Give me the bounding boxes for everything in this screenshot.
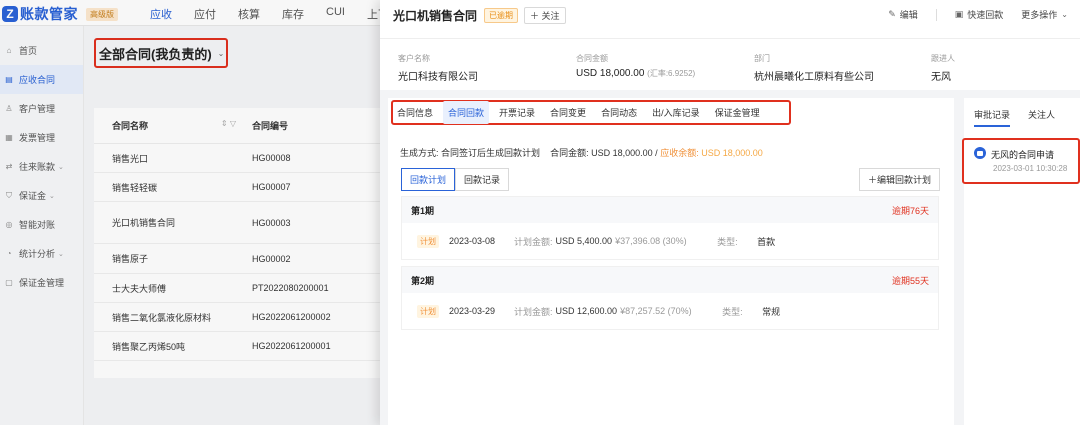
main-card: 合同信息 合同回款 开票记录 合同变更 合同动态 出/入库记录 保证金管理 生成… — [388, 98, 954, 425]
follow-button[interactable]: ＋ 关注 — [524, 6, 566, 24]
side-tabs: 审批记录 关注人 — [974, 108, 1073, 127]
overdue-label: 逾期76天 — [891, 205, 929, 216]
amount-value: USD 18,000.00 — [576, 68, 645, 79]
period-name: 第2期 — [411, 275, 435, 286]
period-amount-cny: ¥37,396.08 (30%) — [615, 236, 687, 246]
plan-tag: 计划 — [417, 304, 439, 318]
gen-label: 生成方式: — [400, 148, 439, 158]
remaining-label: 应收余额: — [660, 148, 699, 158]
tab-contract-info[interactable]: 合同信息 — [397, 103, 433, 122]
more-actions-label: 更多操作 — [1021, 10, 1058, 20]
period-date: 2023-03-08 — [449, 236, 496, 246]
edit-icon: ✎ — [888, 9, 896, 19]
summary-amount: 合同金额 USD 18,000.00 (汇率:6.9252) — [576, 53, 695, 79]
period-amount-cny: ¥87,257.52 (70%) — [620, 306, 692, 316]
status-badge: 已逾期 — [484, 7, 519, 23]
tab-approval-records[interactable]: 审批记录 — [974, 108, 1011, 127]
contract-summary: 客户名称 光口科技有限公司 合同金额 USD 18,000.00 (汇率:6.9… — [380, 38, 1080, 90]
customer-value: 光口科技有限公司 — [398, 72, 478, 83]
gen-value: 合同签订后生成回款计划 — [441, 148, 541, 158]
contract-amount-label: 合同金额: — [550, 148, 589, 158]
owner-label: 跟进人 — [931, 54, 955, 63]
seg-record-button[interactable]: 回款记录 — [455, 168, 510, 191]
tab-stock-records[interactable]: 出/入库记录 — [652, 103, 700, 122]
period-name: 第1期 — [411, 205, 435, 216]
drawer-overlay[interactable] — [0, 0, 380, 425]
quick-payment-label: 快速回款 — [967, 10, 1004, 20]
summary-owner: 跟进人 无风 — [931, 53, 955, 83]
contract-amount-value: USD 18,000.00 — [591, 148, 653, 158]
tab-deposit[interactable]: 保证金管理 — [715, 103, 760, 122]
period-amount: USD 5,400.00 — [555, 236, 613, 246]
plus-icon: ＋ — [867, 175, 877, 185]
remaining-value: USD 18,000.00 — [701, 148, 763, 158]
amount-label: 计划金额: — [514, 306, 553, 317]
period-header: 第1期 逾期76天 — [402, 197, 938, 223]
summary-dept: 部门 杭州晨曦化工原料有些公司 — [754, 53, 874, 83]
detail-tabs: 合同信息 合同回款 开票记录 合同变更 合同动态 出/入库记录 保证金管理 — [391, 100, 791, 125]
dept-label: 部门 — [754, 54, 770, 63]
approval-title: 无风的合同申请 — [991, 150, 1055, 160]
drawer-header: 光口机销售合同 已逾期 ＋ 关注 ✎ 编辑 ▣ 快速回款 更多操作 ⌄ — [380, 0, 1080, 30]
period-row: 计划 2023-03-08 计划金额: USD 5,400.00 ¥37,396… — [402, 223, 938, 259]
divider — [935, 8, 937, 21]
type-label: 类型: — [717, 236, 738, 247]
tab-payments[interactable]: 合同回款 — [443, 101, 490, 124]
plus-icon: ＋ — [530, 10, 542, 21]
period-row: 计划 2023-03-29 计划金额: USD 12,600.00 ¥87,25… — [402, 293, 938, 329]
more-actions-button[interactable]: 更多操作 ⌄ — [1021, 8, 1068, 21]
payment-period-card: 第1期 逾期76天 计划 2023-03-08 计划金额: USD 5,400.… — [401, 196, 939, 260]
approval-icon — [974, 147, 986, 159]
dept-value: 杭州晨曦化工原料有些公司 — [754, 72, 874, 83]
edit-label: 编辑 — [899, 10, 918, 20]
edit-plan-button[interactable]: ＋编辑回款计划 — [858, 168, 940, 191]
amount-label: 合同金额 — [576, 54, 608, 63]
type-label: 类型: — [722, 306, 743, 317]
customer-label: 客户名称 — [398, 54, 430, 63]
summary-customer: 客户名称 光口科技有限公司 — [398, 53, 478, 83]
edit-plan-label: 编辑回款计划 — [876, 175, 931, 185]
seg-plan-button[interactable]: 回款计划 — [401, 168, 456, 191]
amount-label: 计划金额: — [514, 236, 553, 247]
edit-button[interactable]: ✎ 编辑 — [888, 8, 918, 21]
tab-invoices[interactable]: 开票记录 — [499, 103, 535, 122]
approval-record-item[interactable]: 无风的合同申请 2023-03-01 10:30:28 — [962, 138, 1080, 184]
drawer-body: 合同信息 合同回款 开票记录 合同变更 合同动态 出/入库记录 保证金管理 生成… — [380, 90, 1080, 425]
payment-summary-line: 生成方式: 合同签订后生成回款计划 合同金额: USD 18,000.00 / … — [400, 146, 763, 159]
payment-icon: ▣ — [954, 9, 964, 19]
payment-view-toggle: 回款计划 回款记录 — [401, 168, 510, 191]
plan-tag: 计划 — [417, 234, 439, 248]
quick-payment-button[interactable]: ▣ 快速回款 — [955, 8, 1004, 21]
period-type: 首款 — [757, 236, 776, 247]
contract-detail-drawer: 光口机销售合同 已逾期 ＋ 关注 ✎ 编辑 ▣ 快速回款 更多操作 ⌄ 客户名称 光口… — [380, 0, 1080, 425]
tab-followers[interactable]: 关注人 — [1028, 108, 1055, 127]
payment-period-card: 第2期 逾期55天 计划 2023-03-29 计划金额: USD 12,600… — [401, 266, 939, 330]
overdue-label: 逾期55天 — [891, 275, 929, 286]
approval-time: 2023-03-01 10:30:28 — [993, 164, 1068, 173]
side-panel: 审批记录 关注人 无风的合同申请 2023-03-01 10:30:28 — [962, 98, 1080, 425]
period-header: 第2期 逾期55天 — [402, 267, 938, 293]
tab-changes[interactable]: 合同变更 — [550, 103, 586, 122]
slash: / — [655, 148, 658, 158]
owner-value: 无风 — [931, 72, 951, 83]
drawer-actions: ✎ 编辑 ▣ 快速回款 更多操作 ⌄ — [870, 8, 1068, 21]
period-type: 常规 — [762, 306, 781, 317]
period-amount: USD 12,600.00 — [555, 306, 618, 316]
tab-activity[interactable]: 合同动态 — [601, 103, 637, 122]
follow-label: 关注 — [541, 10, 560, 21]
contract-title: 光口机销售合同 — [393, 8, 478, 23]
exchange-rate: (汇率:6.9252) — [647, 69, 696, 78]
chevron-down-icon: ⌄ — [1061, 10, 1068, 19]
period-date: 2023-03-29 — [449, 306, 496, 316]
